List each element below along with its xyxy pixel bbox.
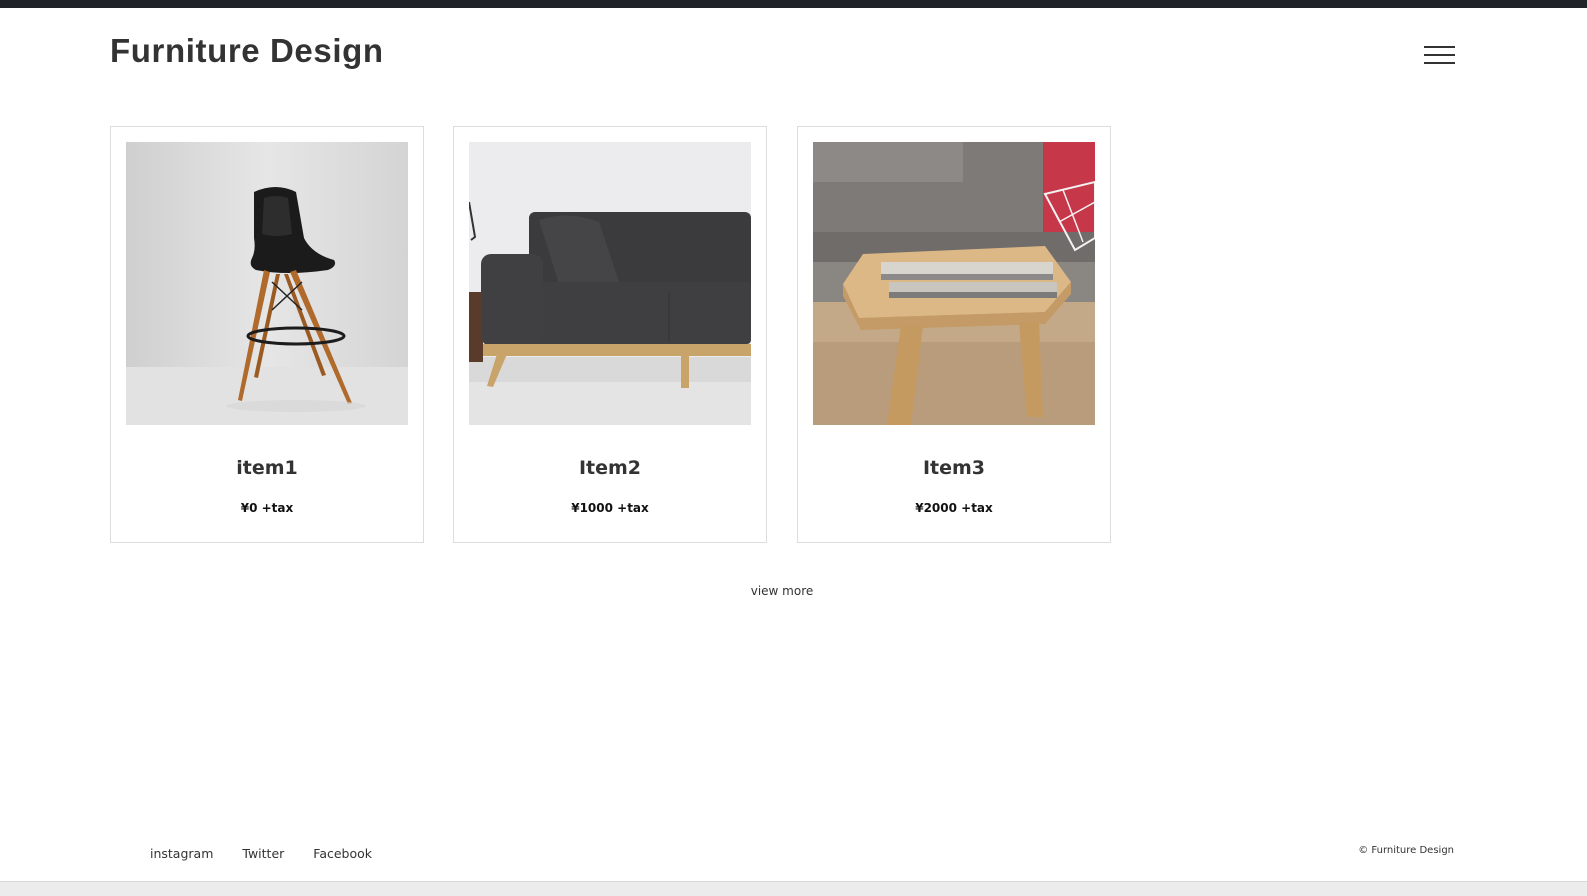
grey-sofa-photo[interactable] <box>469 142 751 425</box>
browser-bottom-bar <box>0 881 1587 896</box>
black-bar-stool-photo[interactable] <box>126 142 408 425</box>
footer-link-facebook[interactable]: Facebook <box>313 846 372 866</box>
page: Furniture Design item1 ¥0 +tax Item2 ¥10… <box>0 8 1564 881</box>
product-price: ¥1000 +tax <box>571 501 649 515</box>
hamburger-menu-icon[interactable] <box>1424 46 1455 66</box>
footer-link-instagram[interactable]: instagram <box>150 846 213 866</box>
footer-link-twitter[interactable]: Twitter <box>242 846 284 866</box>
footer-social-links: instagram Twitter Facebook <box>150 846 372 866</box>
product-name[interactable]: item1 <box>111 457 423 479</box>
product-card-item3[interactable]: Item3 ¥2000 +tax <box>797 126 1111 543</box>
product-card-item2[interactable]: Item2 ¥1000 +tax <box>453 126 767 543</box>
product-name[interactable]: Item2 <box>454 457 766 479</box>
browser-top-bar <box>0 0 1587 8</box>
copyright-text: © Furniture Design <box>1358 845 1454 856</box>
wooden-coffee-table-photo[interactable] <box>813 142 1095 425</box>
page-scroll-gutter <box>1564 8 1587 896</box>
product-price: ¥0 +tax <box>240 501 294 515</box>
product-price: ¥2000 +tax <box>915 501 993 515</box>
site-title[interactable]: Furniture Design <box>110 32 384 70</box>
view-more-link[interactable]: view more <box>700 584 864 598</box>
product-name[interactable]: Item3 <box>798 457 1110 479</box>
product-card-item1[interactable]: item1 ¥0 +tax <box>110 126 424 543</box>
